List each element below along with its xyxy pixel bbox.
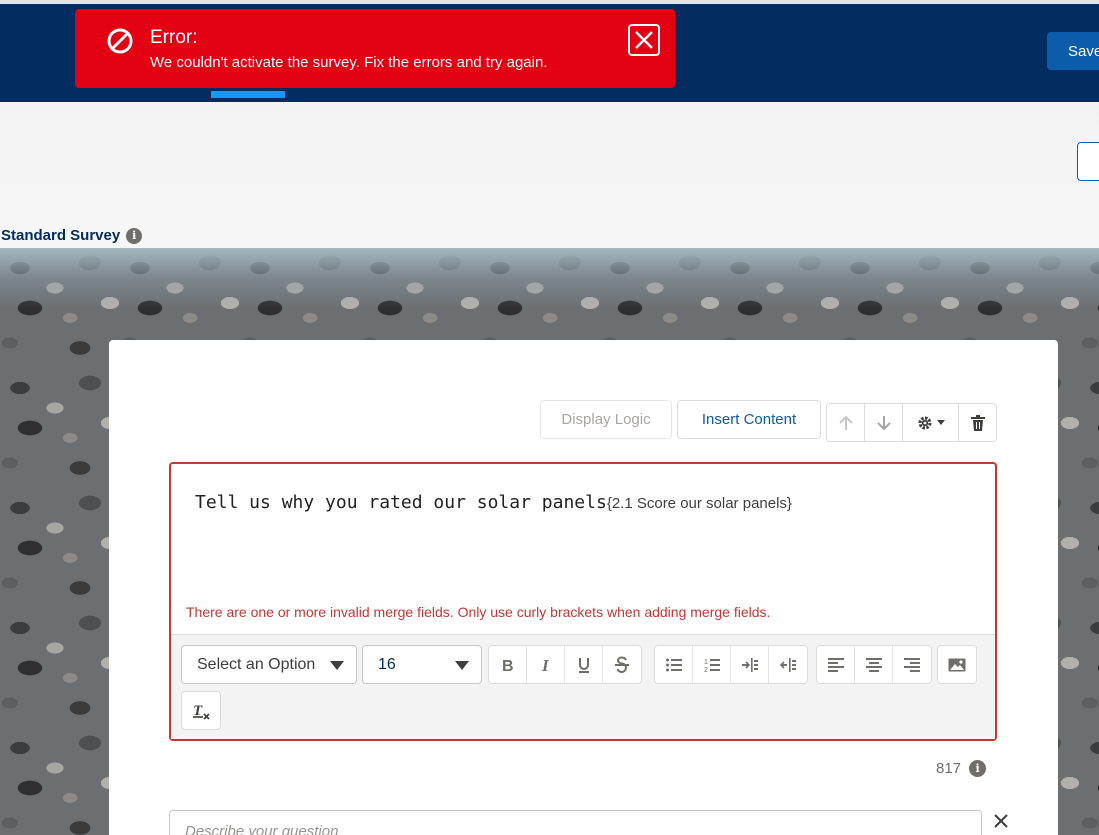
svg-text:2: 2 bbox=[704, 667, 708, 673]
header-top-border bbox=[0, 0, 1099, 4]
clear-formatting-button[interactable]: T bbox=[182, 692, 220, 729]
info-icon[interactable]: i bbox=[969, 760, 987, 777]
svg-text:B: B bbox=[502, 658, 514, 673]
insert-content-button[interactable]: Insert Content bbox=[677, 400, 821, 439]
trash-icon bbox=[970, 414, 985, 431]
arrow-down-icon bbox=[876, 415, 891, 430]
merge-field-error: There are one or more invalid merge fiel… bbox=[186, 604, 771, 620]
move-down-button[interactable] bbox=[865, 404, 903, 441]
image-icon bbox=[948, 658, 966, 671]
align-center-button[interactable] bbox=[855, 646, 893, 683]
page-band bbox=[0, 102, 1099, 248]
indent-icon bbox=[741, 657, 758, 672]
question-description-input[interactable]: Describe your question bbox=[169, 810, 982, 835]
rich-text-toolbar: Select an Option 16 B I 12 T bbox=[171, 634, 995, 739]
svg-text:1: 1 bbox=[704, 659, 708, 666]
close-icon bbox=[635, 31, 653, 49]
error-toast: Error: We couldn't activate the survey. … bbox=[75, 9, 675, 88]
svg-text:I: I bbox=[541, 657, 550, 673]
underline-icon bbox=[578, 657, 589, 673]
chevron-down-icon bbox=[936, 419, 945, 425]
toast-title: Error: bbox=[150, 27, 198, 48]
italic-icon: I bbox=[541, 657, 550, 673]
caret-down-icon bbox=[455, 661, 469, 670]
toast-close-button[interactable] bbox=[628, 24, 660, 56]
survey-type-label: Standard Survey i bbox=[1, 227, 143, 244]
font-family-value: Select an Option bbox=[197, 656, 316, 673]
format-group: B I bbox=[488, 645, 642, 684]
indent-button[interactable] bbox=[731, 646, 769, 683]
strikethrough-button[interactable] bbox=[603, 646, 641, 683]
underline-button[interactable] bbox=[565, 646, 603, 683]
bold-button[interactable]: B bbox=[489, 646, 527, 683]
clear-formatting-icon: T bbox=[193, 703, 210, 720]
align-left-icon bbox=[827, 657, 844, 672]
font-size-value: 16 bbox=[378, 656, 396, 673]
numbered-list-button[interactable]: 12 bbox=[693, 646, 731, 683]
align-left-button[interactable] bbox=[817, 646, 855, 683]
align-group bbox=[816, 645, 932, 684]
settings-menu-button[interactable] bbox=[903, 404, 959, 441]
list-group: 12 bbox=[654, 645, 808, 684]
question-text[interactable]: Tell us why you rated our solar panels{2… bbox=[195, 492, 792, 513]
character-count-value: 817 bbox=[936, 760, 962, 777]
toast-message: We couldn't activate the survey. Fix the… bbox=[150, 54, 548, 71]
font-family-select[interactable]: Select an Option bbox=[181, 645, 357, 684]
close-icon[interactable] bbox=[992, 812, 1010, 830]
question-text-plain: Tell us why you rated our solar panels bbox=[195, 492, 607, 513]
insert-image-button[interactable] bbox=[938, 646, 976, 683]
align-right-icon bbox=[904, 657, 920, 672]
align-right-button[interactable] bbox=[893, 646, 931, 683]
image-group bbox=[937, 645, 977, 684]
numbered-list-icon: 12 bbox=[704, 658, 720, 673]
italic-button[interactable]: I bbox=[527, 646, 565, 683]
active-tab-indicator bbox=[211, 91, 285, 98]
character-count: 817 i bbox=[936, 760, 987, 777]
gear-icon bbox=[918, 416, 931, 429]
outdent-icon bbox=[780, 657, 796, 672]
caret-down-icon bbox=[330, 661, 344, 670]
arrow-up-icon bbox=[838, 415, 853, 430]
align-center-icon bbox=[865, 657, 882, 672]
delete-button[interactable] bbox=[959, 404, 996, 441]
merge-field-text: {2.1 Score our solar panels} bbox=[606, 495, 792, 512]
strikethrough-icon bbox=[615, 655, 629, 673]
clear-format-group: T bbox=[181, 691, 221, 730]
ban-icon bbox=[107, 28, 133, 54]
bold-icon: B bbox=[502, 658, 514, 673]
bullet-list-icon bbox=[665, 658, 682, 671]
font-size-select[interactable]: 16 bbox=[362, 645, 482, 684]
question-actions-group bbox=[826, 403, 997, 442]
search-input[interactable] bbox=[1077, 142, 1099, 181]
move-up-button[interactable] bbox=[827, 404, 865, 441]
bullet-list-button[interactable] bbox=[655, 646, 693, 683]
survey-type-text: Standard Survey bbox=[1, 227, 121, 244]
question-editor[interactable]: Tell us why you rated our solar panels{2… bbox=[169, 462, 997, 741]
outdent-button[interactable] bbox=[769, 646, 807, 683]
save-button[interactable]: Save bbox=[1047, 32, 1099, 70]
display-logic-button[interactable]: Display Logic bbox=[540, 400, 672, 439]
info-icon[interactable]: i bbox=[126, 227, 143, 244]
